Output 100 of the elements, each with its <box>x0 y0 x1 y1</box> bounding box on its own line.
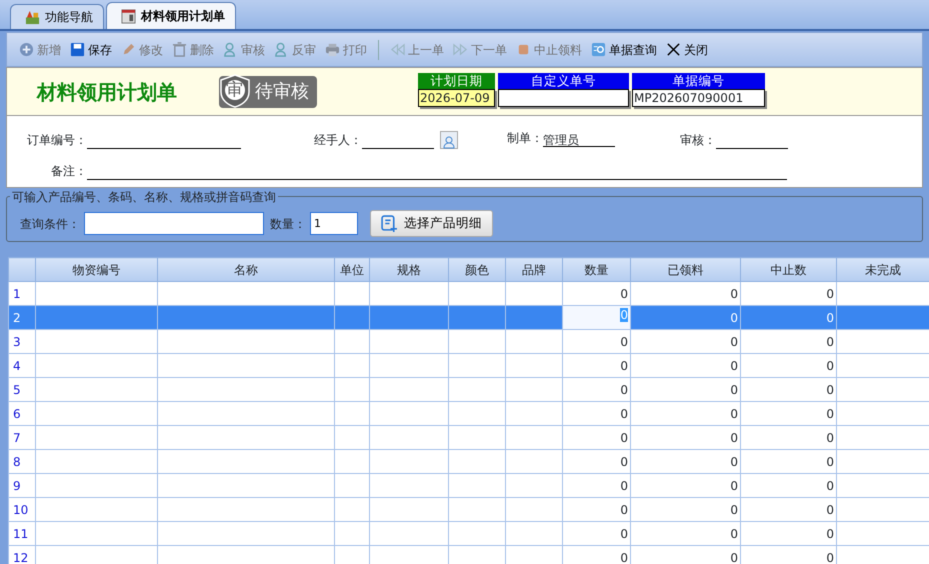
form-icon <box>121 8 136 24</box>
table-cell: 0 <box>630 522 740 546</box>
table-cell <box>506 306 562 330</box>
column-header[interactable]: 中止数 <box>740 258 836 282</box>
table-cell <box>448 330 506 354</box>
column-header[interactable]: 颜色 <box>448 258 506 282</box>
double-right-arrow-icon <box>453 42 468 57</box>
column-header[interactable]: 物资编号 <box>36 258 158 282</box>
person-icon <box>223 42 238 57</box>
table-cell <box>506 426 562 450</box>
table-cell: 0 <box>562 354 630 378</box>
text-field[interactable] <box>498 88 629 106</box>
field-label: 自定义单号 <box>498 72 629 88</box>
table-cell <box>334 306 370 330</box>
table-cell: 0 <box>740 306 836 330</box>
date-field[interactable]: 2026-07-09 <box>418 88 495 106</box>
table-cell: 0 <box>630 378 740 402</box>
row-number: 8 <box>8 450 36 474</box>
select-product-button[interactable]: 选择产品明细 <box>370 210 493 237</box>
plus-icon <box>19 42 34 57</box>
table-cell: 0 <box>562 330 630 354</box>
field-label: 制单： <box>507 131 543 145</box>
tab[interactable]: 材料领用计划单 <box>106 2 236 29</box>
table-cell <box>334 498 370 522</box>
trash-icon <box>172 42 187 57</box>
double-left-arrow-icon <box>390 42 405 57</box>
field-label: 计划日期 <box>418 72 495 88</box>
table-cell <box>506 330 562 354</box>
column-header[interactable]: 单位 <box>334 258 370 282</box>
table-cell <box>334 330 370 354</box>
document-search-icon <box>591 42 606 57</box>
row-number: 4 <box>8 354 36 378</box>
list-add-icon <box>381 215 398 232</box>
table-cell: 0 <box>740 402 836 426</box>
table-cell <box>448 402 506 426</box>
table-cell: 0 <box>630 426 740 450</box>
field-label: 订单编号： <box>27 133 87 147</box>
table-cell: 0 <box>562 426 630 450</box>
close-icon <box>666 42 681 57</box>
save-icon <box>70 42 85 57</box>
query-input[interactable] <box>84 212 264 235</box>
table-cell <box>506 474 562 498</box>
row-number: 6 <box>8 402 36 426</box>
pencil-icon <box>121 42 136 57</box>
table-cell: 0 <box>562 402 630 426</box>
text-field[interactable]: MP202607090001 <box>632 88 765 106</box>
table-cell <box>334 426 370 450</box>
table-cell <box>506 402 562 426</box>
row-number: 11 <box>8 522 36 546</box>
toolbar-button[interactable]: 保存 <box>70 40 112 58</box>
table-cell: 0 <box>740 474 836 498</box>
column-header[interactable]: 品牌 <box>506 258 562 282</box>
column-header[interactable]: 数量 <box>562 258 630 282</box>
table-cell <box>334 378 370 402</box>
row-number: 3 <box>8 330 36 354</box>
table-cell: 0 <box>630 330 740 354</box>
column-header[interactable]: 规格 <box>370 258 448 282</box>
column-header[interactable]: 已领料 <box>630 258 740 282</box>
row-number: 7 <box>8 426 36 450</box>
table-cell: 0 <box>740 450 836 474</box>
row-number: 12 <box>8 546 36 564</box>
field-label: 数量： <box>270 216 306 232</box>
table-cell <box>448 474 506 498</box>
table-cell: 0 <box>740 522 836 546</box>
table-cell <box>334 402 370 426</box>
table-cell <box>506 522 562 546</box>
table-cell <box>506 498 562 522</box>
field-label: 查询条件： <box>20 216 80 232</box>
table-cell: 0 <box>630 450 740 474</box>
status-badge: 审 待审核 <box>219 76 317 108</box>
map-icon <box>25 10 40 24</box>
column-header[interactable]: 名称 <box>158 258 334 282</box>
field-label: 备注： <box>51 164 87 178</box>
person-icon <box>274 42 289 57</box>
table-cell <box>448 498 506 522</box>
person-picker-button[interactable] <box>440 131 458 149</box>
tab[interactable]: 功能导航 <box>10 4 104 29</box>
table-cell: 0 <box>740 378 836 402</box>
row-number: 10 <box>8 498 36 522</box>
group-legend: 可输入产品编号、条码、名称、规格或拼音码查询 <box>10 188 278 206</box>
column-header[interactable]: 未完成 <box>836 258 929 282</box>
quantity-input[interactable]: 1 <box>310 212 358 235</box>
header-cell <box>8 258 36 282</box>
table-cell <box>506 450 562 474</box>
field-label: 经手人： <box>314 133 362 147</box>
table-cell: 0 <box>562 474 630 498</box>
toolbar-button[interactable]: 单据查询 <box>591 40 657 58</box>
table-cell: 0 <box>740 354 836 378</box>
table-cell <box>448 522 506 546</box>
maker-field[interactable]: 管理员 <box>543 131 615 147</box>
table-cell <box>448 378 506 402</box>
table-cell: 0 <box>630 402 740 426</box>
stop-icon <box>516 42 531 57</box>
table-cell: 0 <box>740 498 836 522</box>
table-cell <box>448 306 506 330</box>
toolbar-button[interactable]: 关闭 <box>666 40 708 58</box>
table-cell <box>448 450 506 474</box>
row-number: 2 <box>8 306 36 330</box>
row-number: 5 <box>8 378 36 402</box>
table-cell: 0 <box>630 498 740 522</box>
